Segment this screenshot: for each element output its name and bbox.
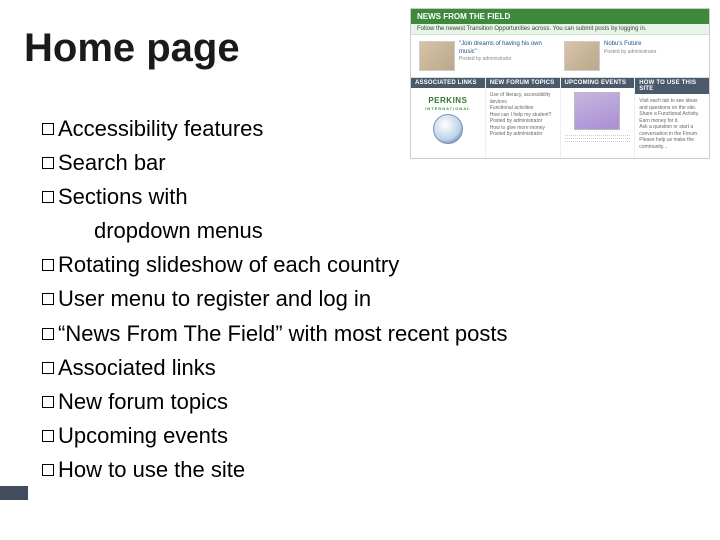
preview-col-forum: NEW FORUM TOPICS Use of literacy, access… xyxy=(486,78,561,158)
slide-accent-stripe xyxy=(0,486,28,500)
checkbox-icon xyxy=(42,259,54,271)
checkbox-icon xyxy=(42,293,54,305)
globe-logo-icon xyxy=(433,114,463,144)
news-card: "Join dreams of having his own music" Po… xyxy=(419,41,556,71)
event-photo-icon xyxy=(574,92,620,130)
logo-text: PERKINS xyxy=(428,96,467,105)
bullet-item: Associated links xyxy=(42,351,696,385)
bullet-text: Sections with xyxy=(58,184,188,209)
slide: Home page Accessibility features Search … xyxy=(0,0,720,540)
perkins-logo: PERKINS INTERNATIONAL xyxy=(415,96,481,112)
preview-col-howto: HOW TO USE THIS SITE Visit each tab to s… xyxy=(635,78,709,158)
howto-line: Please help us make the community... xyxy=(639,137,705,150)
bullet-text: User menu to register and log in xyxy=(58,286,371,311)
photo-icon xyxy=(564,41,600,71)
photo-icon xyxy=(419,41,455,71)
news-card-title: "Join dreams of having his own music" xyxy=(459,41,556,56)
preview-col-events: UPCOMING EVENTS xyxy=(561,78,636,158)
bullet-item: New forum topics xyxy=(42,385,696,419)
logo-subtext: INTERNATIONAL xyxy=(415,106,481,111)
col-body: Visit each tab to see ideas and question… xyxy=(635,94,709,154)
bullet-text: New forum topics xyxy=(58,389,228,414)
bullet-text: Upcoming events xyxy=(58,423,228,448)
checkbox-icon xyxy=(42,362,54,374)
checkbox-icon xyxy=(42,191,54,203)
bullet-text: How to use the site xyxy=(58,457,245,482)
col-body: Use of literacy, accessibility devices F… xyxy=(486,88,560,142)
col-body xyxy=(561,88,635,146)
bullet-text: Rotating slideshow of each country xyxy=(58,252,399,277)
bullet-item: Rotating slideshow of each country xyxy=(42,248,696,282)
bullet-item-wrap: dropdown menus xyxy=(42,214,696,248)
forum-line: Posted by administrator xyxy=(490,131,556,138)
checkbox-icon xyxy=(42,123,54,135)
bullet-item: “News From The Field” with most recent p… xyxy=(42,317,696,351)
checkbox-icon xyxy=(42,430,54,442)
preview-col-associated-links: ASSOCIATED LINKS PERKINS INTERNATIONAL xyxy=(411,78,486,158)
news-card-posted: Posted by administrator xyxy=(459,56,556,62)
howto-line: Share a Functional Activity. Earn money … xyxy=(639,111,705,124)
bullet-item: Sections with xyxy=(42,180,696,214)
news-card-title: Nobu's Future xyxy=(604,41,657,49)
checkbox-icon xyxy=(42,464,54,476)
website-preview-thumbnail: NEWS FROM THE FIELD Follow the newest Tr… xyxy=(410,8,710,159)
col-body: PERKINS INTERNATIONAL xyxy=(411,88,485,150)
news-card-text: "Join dreams of having his own music" Po… xyxy=(459,41,556,62)
checkbox-icon xyxy=(42,328,54,340)
bullet-item: User menu to register and log in xyxy=(42,282,696,316)
forum-line: Use of literacy, accessibility devices xyxy=(490,92,556,105)
bullet-text: “News From The Field” with most recent p… xyxy=(58,321,508,346)
col-header: NEW FORUM TOPICS xyxy=(486,78,560,88)
bullet-item: Upcoming events xyxy=(42,419,696,453)
checkbox-icon xyxy=(42,396,54,408)
news-card-text: Nobu's Future Posted by administrator xyxy=(604,41,657,55)
bullet-list: Accessibility features Search bar Sectio… xyxy=(42,112,696,487)
news-subheader: Follow the newest Transition Opportuniti… xyxy=(411,24,709,35)
news-row: "Join dreams of having his own music" Po… xyxy=(411,35,709,77)
howto-line: Ask a question or start a conversation i… xyxy=(639,124,705,137)
bullet-text: Associated links xyxy=(58,355,216,380)
col-header: UPCOMING EVENTS xyxy=(561,78,635,88)
howto-line: Visit each tab to see ideas and question… xyxy=(639,98,705,111)
news-header: NEWS FROM THE FIELD xyxy=(411,9,709,24)
checkbox-icon xyxy=(42,157,54,169)
event-line xyxy=(565,139,631,142)
col-header: HOW TO USE THIS SITE xyxy=(635,78,709,94)
bullet-text: Accessibility features xyxy=(58,116,263,141)
news-card-posted: Posted by administrator xyxy=(604,49,657,55)
preview-columns: ASSOCIATED LINKS PERKINS INTERNATIONAL N… xyxy=(411,77,709,158)
bullet-text: Search bar xyxy=(58,150,166,175)
page-title: Home page xyxy=(24,26,240,71)
col-header: ASSOCIATED LINKS xyxy=(411,78,485,88)
news-card: Nobu's Future Posted by administrator xyxy=(564,41,701,71)
bullet-item: How to use the site xyxy=(42,453,696,487)
